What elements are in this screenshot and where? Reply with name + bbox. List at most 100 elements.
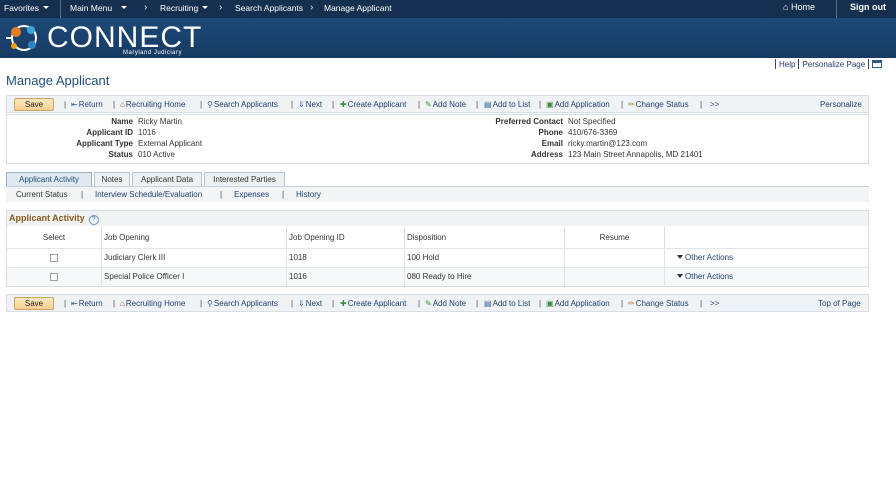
tab-interested-parties[interactable]: Interested Parties	[204, 172, 285, 187]
divider	[798, 59, 800, 69]
add-application-link[interactable]: ▣Add Application	[546, 299, 610, 308]
subnav-expenses[interactable]: Expenses	[234, 190, 269, 199]
add-application-label: Add Application	[554, 299, 610, 308]
sign-out-link[interactable]: Sign out	[850, 2, 886, 12]
breadcrumb-recruiting[interactable]: Recruiting	[160, 3, 209, 13]
help-icon[interactable]: ?	[88, 215, 99, 225]
main-menu[interactable]: Main Menu	[70, 3, 128, 13]
add-note-label: Add Note	[432, 299, 467, 308]
job-opening-id-cell: 1016	[287, 268, 405, 286]
divider: |	[200, 100, 203, 109]
add-to-list-link[interactable]: ▤Add to List	[484, 299, 530, 308]
add-note-link[interactable]: ✎Add Note	[425, 100, 466, 109]
col-job-opening: Job Opening	[102, 227, 287, 249]
create-applicant-link[interactable]: ✚Create Applicant	[340, 100, 406, 109]
email-value: ricky.martin@123.com	[568, 139, 648, 148]
other-actions-label: Other Actions	[685, 272, 734, 281]
favorites-menu[interactable]: Favorites	[4, 3, 49, 13]
search-applicants-link[interactable]: ⚲Search Applicants	[207, 100, 278, 109]
divider: |	[418, 100, 421, 109]
chevron-down-icon	[677, 255, 683, 259]
tab-applicant-activity[interactable]: Applicant Activity	[6, 172, 92, 187]
note-icon: ✎	[425, 299, 432, 308]
divider	[775, 59, 776, 69]
return-icon: ⇤	[71, 100, 78, 109]
tab-notes[interactable]: Notes	[94, 172, 130, 187]
house-icon: ⌂	[120, 100, 125, 109]
change-status-link[interactable]: ✏Change Status	[628, 299, 689, 308]
divider: |	[621, 299, 624, 308]
breadcrumb-manage-applicant[interactable]: Manage Applicant	[324, 3, 392, 13]
next-icon: ⇓	[298, 100, 305, 109]
return-link[interactable]: ⇤Return	[71, 100, 103, 109]
preferred-contact-label: Preferred Contact	[495, 117, 563, 126]
personalize-page-link[interactable]: Personalize Page	[802, 60, 865, 69]
more-actions-link[interactable]: >>	[710, 299, 719, 308]
status-label: Status	[108, 150, 133, 159]
subnav-interview-schedule[interactable]: Interview Schedule/Evaluation	[95, 190, 202, 199]
disposition-cell: 100 Hold	[405, 249, 565, 267]
search-icon: ⚲	[207, 100, 213, 109]
subnav-history[interactable]: History	[296, 190, 321, 199]
job-opening-id-cell: 1018	[287, 249, 405, 267]
application-icon: ▣	[546, 100, 554, 109]
return-link[interactable]: ⇤Return	[71, 299, 103, 308]
add-to-list-link[interactable]: ▤Add to List	[484, 100, 530, 109]
change-status-icon: ✏	[628, 100, 635, 109]
disposition-cell: 080 Ready to Hire	[405, 268, 565, 286]
applicant-summary: Name Ricky Martin Applicant ID 1016 Appl…	[6, 114, 869, 164]
logo-subtitle: Maryland Judiciary	[123, 50, 183, 56]
other-actions-menu[interactable]: Other Actions	[665, 268, 868, 286]
personalize-link[interactable]: Personalize	[820, 100, 862, 109]
home-icon: ⌂	[783, 2, 789, 12]
list-icon: ▤	[484, 299, 492, 308]
breadcrumb-chevron-icon: ›	[144, 2, 148, 13]
applicant-type-value: External Applicant	[138, 139, 203, 148]
breadcrumb-search-applicants[interactable]: Search Applicants	[235, 3, 303, 13]
divider	[868, 59, 870, 69]
save-button[interactable]: Save	[14, 98, 54, 111]
col-actions	[665, 227, 868, 249]
search-applicants-link[interactable]: ⚲Search Applicants	[207, 299, 278, 308]
subnav-current-status[interactable]: Current Status	[16, 190, 68, 199]
tab-applicant-data[interactable]: Applicant Data	[132, 172, 202, 187]
email-label: Email	[541, 139, 563, 148]
divider: |	[476, 100, 479, 109]
help-link[interactable]: Help	[779, 60, 795, 69]
address-label: Address	[530, 150, 563, 159]
resume-cell	[565, 249, 665, 267]
col-select: Select	[7, 227, 102, 249]
new-window-icon[interactable]	[872, 60, 883, 68]
recruiting-home-link[interactable]: ⌂Recruiting Home	[120, 299, 185, 308]
search-applicants-label: Search Applicants	[213, 100, 278, 109]
next-link[interactable]: ⇓Next	[298, 100, 322, 109]
row-select-checkbox[interactable]	[50, 273, 58, 281]
top-of-page-link[interactable]: Top of Page	[818, 299, 861, 308]
table-row: Judiciary Clerk III 1018 100 Hold Other …	[7, 248, 868, 267]
row-select-checkbox[interactable]	[50, 254, 58, 262]
grid-title-label: Applicant Activity	[9, 213, 85, 223]
divider: |	[291, 299, 294, 308]
resume-cell	[565, 268, 665, 286]
more-actions-link[interactable]: >>	[710, 100, 719, 109]
other-actions-label: Other Actions	[685, 253, 734, 262]
preferred-contact-value: Not Specified	[568, 117, 616, 126]
next-link[interactable]: ⇓Next	[298, 299, 322, 308]
page-title: Manage Applicant	[6, 73, 110, 88]
col-job-opening-id: Job Opening ID	[287, 227, 405, 249]
add-note-label: Add Note	[432, 100, 467, 109]
add-note-link[interactable]: ✎Add Note	[425, 299, 466, 308]
home-link[interactable]: ⌂ Home	[783, 2, 815, 12]
save-button[interactable]: Save	[14, 297, 54, 310]
table-row: Special Police Officer I 1016 080 Ready …	[7, 267, 868, 286]
divider	[836, 0, 837, 18]
other-actions-menu[interactable]: Other Actions	[665, 249, 868, 267]
breadcrumb-chevron-icon: ›	[219, 2, 223, 13]
applicant-activity-grid: Applicant Activity? Select Job Opening J…	[6, 210, 869, 287]
create-applicant-link[interactable]: ✚Create Applicant	[340, 299, 406, 308]
change-status-link[interactable]: ✏Change Status	[628, 100, 689, 109]
change-status-icon: ✏	[628, 299, 635, 308]
recruiting-home-link[interactable]: ⌂Recruiting Home	[120, 100, 185, 109]
next-label: Next	[305, 299, 323, 308]
add-application-link[interactable]: ▣Add Application	[546, 100, 610, 109]
